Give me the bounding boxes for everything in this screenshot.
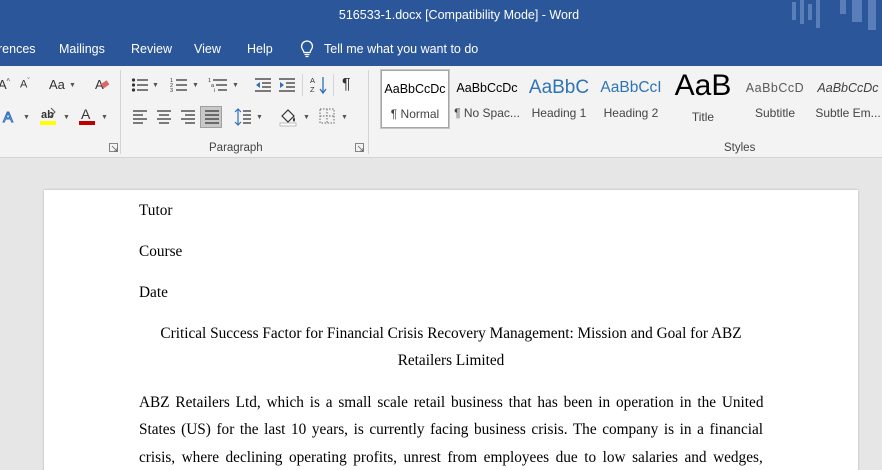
- paragraph-group-label: Paragraph: [209, 142, 263, 154]
- text-effects-icon[interactable]: A: [2, 108, 18, 127]
- align-right-icon[interactable]: [180, 110, 196, 124]
- justify-icon: [205, 110, 219, 124]
- increase-indent-icon[interactable]: [278, 77, 296, 93]
- tab-help[interactable]: Help: [247, 42, 273, 56]
- line-spacing-icon[interactable]: [234, 108, 252, 126]
- highlight-icon[interactable]: ab: [39, 106, 59, 128]
- shading-icon[interactable]: [279, 107, 299, 127]
- tab-view[interactable]: View: [194, 42, 221, 56]
- header-course: Course: [139, 243, 183, 260]
- svg-text:Z: Z: [310, 85, 315, 94]
- header-tutor: Tutor: [139, 202, 173, 219]
- styles-group-label: Styles: [724, 142, 756, 154]
- style-heading-2[interactable]: AaBbCcI Heading 2: [598, 70, 664, 128]
- style-subtitle[interactable]: AaBbCcD Subtitle: [742, 70, 808, 128]
- chevron-down-icon[interactable]: ▼: [303, 114, 310, 121]
- chevron-down-icon[interactable]: ▼: [63, 114, 70, 121]
- chevron-down-icon[interactable]: ▼: [23, 114, 30, 121]
- justify-button[interactable]: [200, 106, 222, 128]
- grow-font-icon[interactable]: A^: [0, 77, 10, 92]
- tab-references[interactable]: rences: [0, 42, 36, 56]
- chevron-down-icon[interactable]: ▼: [101, 114, 108, 121]
- font-dialog-launcher-icon[interactable]: [109, 143, 118, 152]
- paragraph-dialog-launcher-icon[interactable]: [355, 143, 364, 152]
- style-preview: AaBbC: [528, 77, 590, 98]
- body-line-2: States (US) for the last 10 years, is cu…: [139, 421, 764, 438]
- style-normal[interactable]: AaBbCcDc ¶ Normal: [380, 69, 450, 129]
- body-line-3: crisis, where declining operating profit…: [139, 449, 763, 466]
- font-color-swatch: [79, 121, 95, 125]
- chevron-down-icon[interactable]: ▼: [192, 82, 199, 89]
- chevron-down-icon[interactable]: ▼: [152, 82, 159, 89]
- chevron-down-icon[interactable]: ▼: [232, 82, 239, 89]
- document-title-line-1: Critical Success Factor for Financial Cr…: [160, 325, 742, 342]
- bullets-icon[interactable]: [131, 77, 149, 93]
- style-name: Title: [691, 110, 715, 124]
- svg-text:3: 3: [170, 88, 173, 93]
- ribbon: A^ Aˇ Aa ▼ A A ▼ ab ▼ A ▼ ▼ 123 ▼ 1ai ▼: [0, 66, 882, 158]
- style-title[interactable]: AaB Title: [670, 70, 736, 128]
- show-formatting-marks-icon[interactable]: ¶: [342, 76, 351, 94]
- chevron-down-icon[interactable]: ▼: [341, 114, 348, 121]
- tab-review[interactable]: Review: [131, 42, 172, 56]
- svg-text:i: i: [214, 88, 215, 93]
- style-heading-1[interactable]: AaBbC Heading 1: [526, 70, 592, 128]
- borders-icon[interactable]: [319, 108, 335, 124]
- divider: [302, 74, 303, 96]
- document-area: Tutor Course Date Critical Success Facto…: [0, 158, 882, 470]
- style-name: Heading 2: [603, 106, 659, 120]
- clear-formatting-icon[interactable]: A: [94, 76, 110, 92]
- tell-me-box[interactable]: Tell me what you want to do: [300, 40, 478, 58]
- group-separator: [368, 70, 369, 154]
- header-date: Date: [139, 284, 168, 301]
- change-case-button[interactable]: Aa: [49, 77, 65, 92]
- decrease-indent-icon[interactable]: [254, 77, 272, 93]
- svg-text:A: A: [310, 76, 315, 85]
- multilevel-list-icon[interactable]: 1ai: [208, 77, 228, 93]
- title-bar: 516533-1.docx [Compatibility Mode] - Wor…: [0, 0, 882, 34]
- style-preview: AaB: [674, 70, 732, 102]
- style-preview: AaBbCcDc: [456, 81, 518, 95]
- style-name: Subtitle: [754, 106, 796, 120]
- sort-icon[interactable]: A Z: [310, 75, 328, 95]
- shrink-font-icon[interactable]: Aˇ: [20, 78, 30, 91]
- style-preview: AaBbCcDc: [817, 81, 879, 95]
- align-left-icon[interactable]: [132, 110, 148, 124]
- ribbon-tabs: rences Mailings Review View Help Tell me…: [0, 34, 882, 66]
- style-preview: AaBbCcDc: [384, 82, 446, 96]
- chevron-down-icon[interactable]: ▼: [69, 82, 76, 89]
- document-title-line-2: Retailers Limited: [397, 352, 505, 369]
- align-center-icon[interactable]: [156, 110, 172, 124]
- chevron-down-icon[interactable]: ▼: [256, 114, 263, 121]
- style-subtle-emphasis[interactable]: AaBbCcDc Subtle Em...: [814, 70, 882, 128]
- tab-mailings[interactable]: Mailings: [59, 42, 105, 56]
- lightbulb-icon: [300, 40, 314, 58]
- highlight-color-swatch: [40, 121, 56, 125]
- title-bar-decoration: [792, 0, 876, 30]
- style-no-spacing[interactable]: AaBbCcDc ¶ No Spac...: [454, 70, 520, 128]
- numbering-icon[interactable]: 123: [170, 77, 188, 93]
- style-name: Heading 1: [531, 106, 587, 120]
- window-title: 516533-1.docx [Compatibility Mode] - Wor…: [338, 8, 580, 22]
- font-color-icon[interactable]: A: [78, 106, 96, 128]
- svg-text:A: A: [81, 106, 91, 122]
- style-name: Subtle Em...: [815, 106, 881, 120]
- svg-text:A: A: [3, 109, 13, 126]
- divider: [333, 74, 334, 96]
- style-name: ¶ No Spac...: [454, 106, 520, 120]
- style-name: ¶ Normal: [390, 107, 440, 121]
- style-preview: AaBbCcI: [600, 79, 662, 96]
- group-separator: [120, 70, 121, 154]
- tell-me-label: Tell me what you want to do: [324, 42, 479, 56]
- style-preview: AaBbCcD: [745, 81, 805, 95]
- document-page[interactable]: Tutor Course Date Critical Success Facto…: [44, 190, 858, 470]
- body-line-1: ABZ Retailers Ltd, which is a small scal…: [139, 394, 764, 411]
